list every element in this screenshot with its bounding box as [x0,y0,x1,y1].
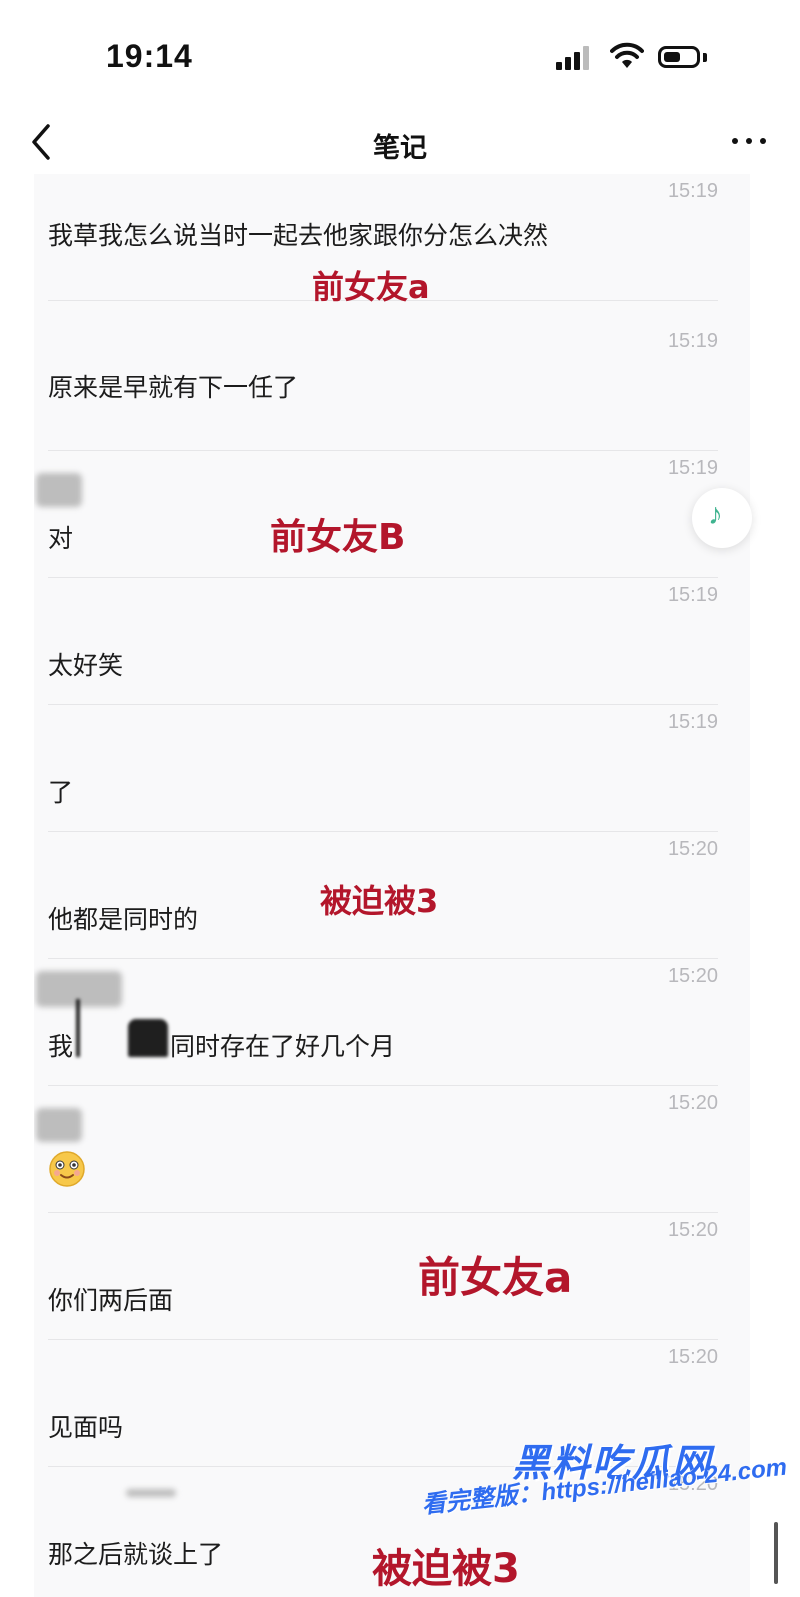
list-item[interactable]: 15:20 我 同时存在了好几个月 [34,959,750,1086]
timestamp: 15:19 [667,457,718,479]
music-note-icon: ♪ [708,498,723,531]
battery-tip [703,53,707,62]
redaction-block [128,1019,168,1057]
message-text-end: 同时存在了好几个月 [170,1033,396,1061]
list-item[interactable]: 15:19 太好笑 [34,578,750,705]
timestamp: 15:19 [667,711,718,733]
list-item[interactable]: 15:19 了 [34,705,750,832]
more-dots-icon[interactable] [730,132,770,152]
timestamp: 15:20 [667,1219,718,1241]
annotation-label: 前女友B [270,517,406,558]
message-text-start: 我 [48,1033,74,1061]
annotation-label: 前女友a [418,1253,573,1302]
message-text: 原来是早就有下一任了 [48,374,299,402]
timestamp: 15:19 [667,180,718,202]
timestamp: 15:20 [667,838,718,860]
page-title: 笔记 [373,133,427,163]
redaction-mark [76,999,80,1057]
timestamp: 15:20 [667,1092,718,1114]
message-text: 见面吗 [48,1414,124,1442]
timestamp: 15:20 [667,965,718,987]
message-text: 你们两后面 [48,1287,174,1315]
status-bar: 19:14 [0,0,800,110]
redacted-name [36,1108,82,1142]
timestamp: 15:20 [667,1346,718,1368]
battery-icon [658,46,700,68]
message-text: 太好笑 [48,652,124,680]
message-text: 那之后就谈上了 [48,1541,224,1569]
timestamp: 15:19 [667,330,718,352]
status-time: 19:14 [106,38,193,74]
timestamp: 15:19 [667,584,718,606]
annotation-label: 前女友a [312,268,430,306]
wifi-icon [610,42,644,68]
nav-bar: 笔记 [0,110,800,174]
message-text: 他都是同时的 [48,906,199,934]
message-text: 对 [48,525,74,553]
signal-icon [556,46,592,70]
list-item[interactable]: 15:20 [34,1086,750,1213]
annotation-label: 被迫被3 [372,1546,520,1592]
list-item[interactable]: 15:20 你们两后面 [34,1213,750,1340]
redacted-name [126,1489,176,1497]
message-text: 了 [48,779,74,807]
scrollbar[interactable] [774,1522,778,1584]
list-item[interactable]: 15:19 原来是早就有下一任了 [34,324,750,451]
music-button[interactable]: ♪ [692,488,752,548]
smiling-face-emoji-icon [49,1151,85,1187]
redacted-name [36,473,82,507]
message-text: 我草我怎么说当时一起去他家跟你分怎么决然 [48,222,549,250]
annotation-label: 被迫被3 [320,882,439,920]
